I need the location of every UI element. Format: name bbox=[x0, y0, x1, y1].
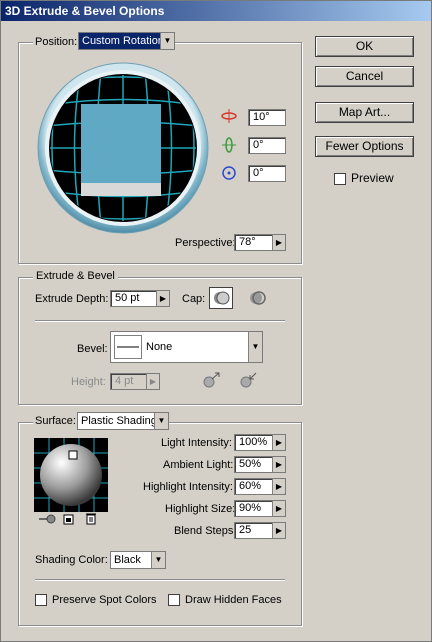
draw-hidden-faces-checkbox[interactable] bbox=[168, 594, 180, 606]
move-light-back-icon[interactable] bbox=[38, 513, 58, 525]
extrude-depth-label: Extrude Depth: bbox=[35, 293, 109, 305]
rotate-y-icon bbox=[222, 137, 236, 153]
rotate-y-field[interactable]: 0° bbox=[248, 137, 286, 154]
height-field: 4 pt ▶ bbox=[110, 373, 160, 390]
light-intensity-arrow-icon[interactable]: ▶ bbox=[272, 435, 285, 450]
rotate-z-icon bbox=[222, 166, 236, 180]
ambient-light-arrow-icon[interactable]: ▶ bbox=[272, 457, 285, 472]
preview-label: Preview bbox=[351, 171, 394, 185]
draw-hidden-faces-label: Draw Hidden Faces bbox=[185, 594, 282, 606]
cap-off-icon[interactable] bbox=[249, 290, 267, 306]
highlight-intensity-value: 60% bbox=[239, 480, 262, 492]
highlight-size-label: Highlight Size: bbox=[165, 503, 236, 515]
title-bar: 3D Extrude & Bevel Options bbox=[1, 1, 431, 21]
perspective-arrow-icon[interactable]: ▶ bbox=[272, 235, 285, 250]
bevel-value: None bbox=[146, 341, 173, 353]
preview-checkbox[interactable] bbox=[334, 173, 346, 185]
light-intensity-field[interactable]: 100% ▶ bbox=[234, 434, 286, 451]
extrude-depth-arrow-icon[interactable]: ▶ bbox=[156, 291, 169, 306]
divider bbox=[35, 320, 285, 322]
map-art-button[interactable]: Map Art... bbox=[315, 102, 414, 123]
ok-button[interactable]: OK bbox=[315, 36, 414, 57]
extrude-depth-field[interactable]: 50 pt ▶ bbox=[110, 290, 170, 307]
chevron-down-icon: ▼ bbox=[154, 413, 168, 429]
surface-dropdown[interactable]: Plastic Shading ▼ bbox=[77, 412, 169, 430]
bevel-out-icon[interactable] bbox=[202, 371, 222, 389]
cube-front-face bbox=[81, 104, 161, 184]
divider bbox=[35, 579, 285, 581]
highlight-intensity-arrow-icon[interactable]: ▶ bbox=[272, 479, 285, 494]
blend-steps-value: 25 bbox=[239, 524, 252, 536]
height-label: Height: bbox=[71, 376, 106, 388]
bevel-in-icon[interactable] bbox=[239, 371, 259, 389]
chevron-down-icon: ▼ bbox=[151, 552, 165, 568]
blend-steps-arrow-icon[interactable]: ▶ bbox=[272, 523, 285, 538]
highlight-size-arrow-icon[interactable]: ▶ bbox=[272, 501, 285, 516]
surface-label: Surface: bbox=[33, 415, 78, 427]
new-light-icon[interactable] bbox=[63, 513, 75, 525]
rotate-x-field[interactable]: 10° bbox=[248, 109, 286, 126]
position-dropdown-value: Custom Rotation bbox=[82, 35, 164, 47]
blend-steps-label: Blend Steps: bbox=[174, 525, 237, 537]
perspective-value: 78° bbox=[239, 236, 256, 248]
perspective-label: Perspective: bbox=[175, 237, 236, 249]
extrude-depth-value: 50 pt bbox=[115, 292, 140, 304]
cap-label: Cap: bbox=[182, 293, 206, 305]
highlight-intensity-field[interactable]: 60% ▶ bbox=[234, 478, 286, 495]
dialog-window: 3D Extrude & Bevel Options OK Cancel Map… bbox=[0, 0, 432, 642]
position-label: Position: bbox=[33, 36, 80, 48]
bevel-dropdown[interactable]: None ▼ bbox=[110, 331, 263, 363]
trash-icon[interactable] bbox=[85, 512, 97, 525]
height-arrow-icon: ▶ bbox=[146, 374, 159, 389]
surface-value: Plastic Shading bbox=[81, 415, 157, 427]
highlight-size-field[interactable]: 90% ▶ bbox=[234, 500, 286, 517]
ambient-light-value: 50% bbox=[239, 458, 262, 470]
fewer-options-button[interactable]: Fewer Options bbox=[315, 136, 414, 157]
rotate-x-icon bbox=[221, 109, 237, 123]
cancel-button[interactable]: Cancel bbox=[315, 66, 414, 87]
rotate-z-field[interactable]: 0° bbox=[248, 165, 286, 182]
track-cube-widget[interactable] bbox=[37, 62, 209, 234]
preserve-spot-colors-label: Preserve Spot Colors bbox=[52, 594, 157, 606]
cap-on-icon[interactable] bbox=[209, 287, 233, 309]
shading-color-label: Shading Color: bbox=[35, 554, 108, 566]
blend-steps-field[interactable]: 25 ▶ bbox=[234, 522, 286, 539]
position-dropdown[interactable]: Custom Rotation ▼ bbox=[78, 32, 175, 50]
height-value: 4 pt bbox=[115, 375, 134, 387]
light-source-handle[interactable] bbox=[68, 450, 78, 460]
cube-bottom-face bbox=[81, 183, 161, 196]
shading-color-value: Black bbox=[114, 554, 141, 566]
chevron-down-icon: ▼ bbox=[160, 33, 174, 49]
extrude-bevel-label: Extrude & Bevel bbox=[33, 270, 118, 282]
light-intensity-label: Light Intensity: bbox=[161, 437, 232, 449]
shading-color-dropdown[interactable]: Black ▼ bbox=[110, 551, 166, 569]
light-intensity-value: 100% bbox=[239, 436, 268, 448]
bevel-label: Bevel: bbox=[77, 343, 108, 355]
perspective-field[interactable]: 78° ▶ bbox=[234, 234, 286, 251]
highlight-intensity-label: Highlight Intensity: bbox=[143, 481, 233, 493]
bevel-preview-icon bbox=[114, 335, 142, 359]
highlight-size-value: 90% bbox=[239, 502, 262, 514]
preserve-spot-colors-checkbox[interactable] bbox=[35, 594, 47, 606]
ambient-light-label: Ambient Light: bbox=[163, 459, 234, 471]
ambient-light-field[interactable]: 50% ▶ bbox=[234, 456, 286, 473]
chevron-down-icon: ▼ bbox=[248, 332, 262, 362]
